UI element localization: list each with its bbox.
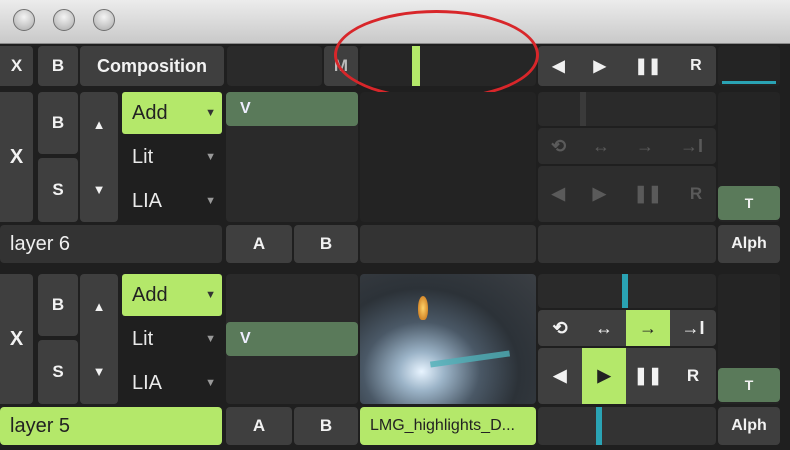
layer5-b-button[interactable]: B (38, 274, 78, 336)
layer6-b-button[interactable]: B (38, 92, 78, 154)
loop-icon[interactable]: ⟲ (551, 136, 566, 157)
layer6-x-button[interactable]: X (0, 92, 33, 222)
chevron-down-icon: ▼ (205, 377, 216, 389)
prev-icon[interactable]: ◀ (552, 56, 564, 76)
r-icon[interactable]: R (690, 57, 702, 75)
loop-icon[interactable]: ⟲ (538, 318, 582, 339)
layer5-name[interactable]: layer 5 (0, 407, 222, 445)
pause-icon[interactable]: ❚❚ (635, 56, 662, 76)
layer6-b2-button[interactable]: B (294, 225, 358, 263)
pause-icon[interactable]: ❚❚ (626, 366, 670, 386)
play-icon[interactable]: ▶ (593, 56, 605, 76)
composition-b-button[interactable]: B (38, 46, 78, 86)
layer6-name[interactable]: layer 6 (0, 225, 222, 263)
layer5-effect-slot[interactable]: V (226, 274, 358, 404)
prev-icon[interactable]: ◀ (552, 184, 565, 204)
pingpong-icon[interactable]: ↔ (592, 136, 610, 157)
layer5-clip-thumbnail[interactable] (360, 274, 536, 404)
layer6-alpha-button[interactable]: Alph (718, 225, 780, 263)
forward-icon[interactable]: → (626, 310, 670, 346)
move-up-icon[interactable]: ▲ (93, 299, 106, 314)
r-icon[interactable]: R (670, 366, 716, 386)
layer6-v-tag[interactable]: V (226, 92, 358, 126)
minimize-window-button[interactable] (53, 9, 75, 31)
highlight-ellipse (334, 10, 539, 100)
layer6-blend-add[interactable]: Add ▼ (122, 92, 222, 134)
layer6-blend-lia[interactable]: LIA ▼ (122, 180, 222, 222)
layer5-clip-name[interactable]: LMG_highlights_D... (360, 407, 536, 445)
layer5-x-button[interactable]: X (0, 274, 33, 404)
meter-bar (722, 81, 776, 84)
layer5-loop-modes: ⟲ ↔ → →I (538, 310, 716, 346)
layer6-transport: ◀ ▶ ❚❚ R (538, 166, 716, 222)
layer5-b2-button[interactable]: B (294, 407, 358, 445)
layer5-blend-lit[interactable]: Lit ▼ (122, 318, 222, 360)
chevron-down-icon: ▼ (205, 195, 216, 207)
layer6-s-button[interactable]: S (38, 158, 78, 222)
layer5-blend-add[interactable]: Add ▼ (122, 274, 222, 316)
position-marker[interactable] (622, 274, 628, 308)
layer5-transport: ◀ ▶ ❚❚ R (538, 348, 716, 404)
blend-label: Lit (132, 145, 154, 168)
r-icon[interactable]: R (690, 184, 702, 204)
layer6-effect-slot[interactable]: V (226, 92, 358, 222)
layer6-opacity-slider[interactable]: T (718, 92, 780, 222)
layer5-opacity-slider[interactable]: T (718, 274, 780, 404)
layer6-clip-thumbnail[interactable] (360, 92, 536, 222)
flame-glyph (418, 296, 428, 320)
layer5-t-button[interactable]: T (718, 368, 780, 402)
composition-empty-slot (227, 46, 322, 86)
layer5-position-bar[interactable] (538, 274, 716, 308)
layer6-a-button[interactable]: A (226, 225, 292, 263)
layer5-v-tag[interactable]: V (226, 322, 358, 356)
layer5-alpha-button[interactable]: Alph (718, 407, 780, 445)
layer5-blend-lia[interactable]: LIA ▼ (122, 362, 222, 404)
move-up-icon[interactable]: ▲ (93, 117, 106, 132)
pingpong-icon[interactable]: ↔ (582, 318, 626, 339)
chevron-down-icon: ▼ (205, 107, 216, 119)
position-marker[interactable] (580, 92, 586, 126)
forward-icon[interactable]: → (636, 136, 654, 157)
chevron-down-icon: ▼ (205, 151, 216, 163)
composition-meter (718, 46, 780, 86)
layer6-clip-name[interactable] (360, 225, 536, 263)
close-window-button[interactable] (13, 9, 35, 31)
layer6-reorder: ▲ ▼ (80, 92, 118, 222)
blend-label: Add (132, 283, 168, 306)
move-down-icon[interactable]: ▼ (93, 364, 106, 379)
blend-label: Add (132, 101, 168, 124)
zoom-window-button[interactable] (93, 9, 115, 31)
composition-transport: ◀ ▶ ❚❚ R (538, 46, 716, 86)
layer5-s-button[interactable]: S (38, 340, 78, 404)
layer5-a-button[interactable]: A (226, 407, 292, 445)
layer6-loop-modes: ⟲ ↔ → →I (538, 128, 716, 164)
chevron-down-icon: ▼ (205, 289, 216, 301)
blend-label: LIA (132, 189, 163, 212)
composition-x-button[interactable]: X (0, 46, 33, 86)
stop-at-end-icon[interactable]: →I (680, 136, 703, 157)
layer6-clip-scrub[interactable] (538, 225, 716, 263)
play-icon[interactable]: ▶ (582, 348, 626, 404)
layer6-position-bar[interactable] (538, 92, 716, 126)
scrub-marker[interactable] (596, 407, 602, 445)
layer6-blend-lit[interactable]: Lit ▼ (122, 136, 222, 178)
composition-name[interactable]: Composition (80, 46, 224, 86)
play-icon[interactable]: ▶ (593, 184, 606, 204)
pause-icon[interactable]: ❚❚ (634, 184, 663, 204)
blend-label: Lit (132, 327, 154, 350)
layer6-t-button[interactable]: T (718, 186, 780, 220)
layer5-reorder: ▲ ▼ (80, 274, 118, 404)
stop-at-end-icon[interactable]: →I (670, 318, 716, 339)
layer5-clip-scrub[interactable] (538, 407, 716, 445)
blend-label: LIA (132, 371, 163, 394)
chevron-down-icon: ▼ (205, 333, 216, 345)
glowing-stick-glyph (429, 350, 511, 368)
prev-icon[interactable]: ◀ (538, 366, 582, 386)
move-down-icon[interactable]: ▼ (93, 182, 106, 197)
